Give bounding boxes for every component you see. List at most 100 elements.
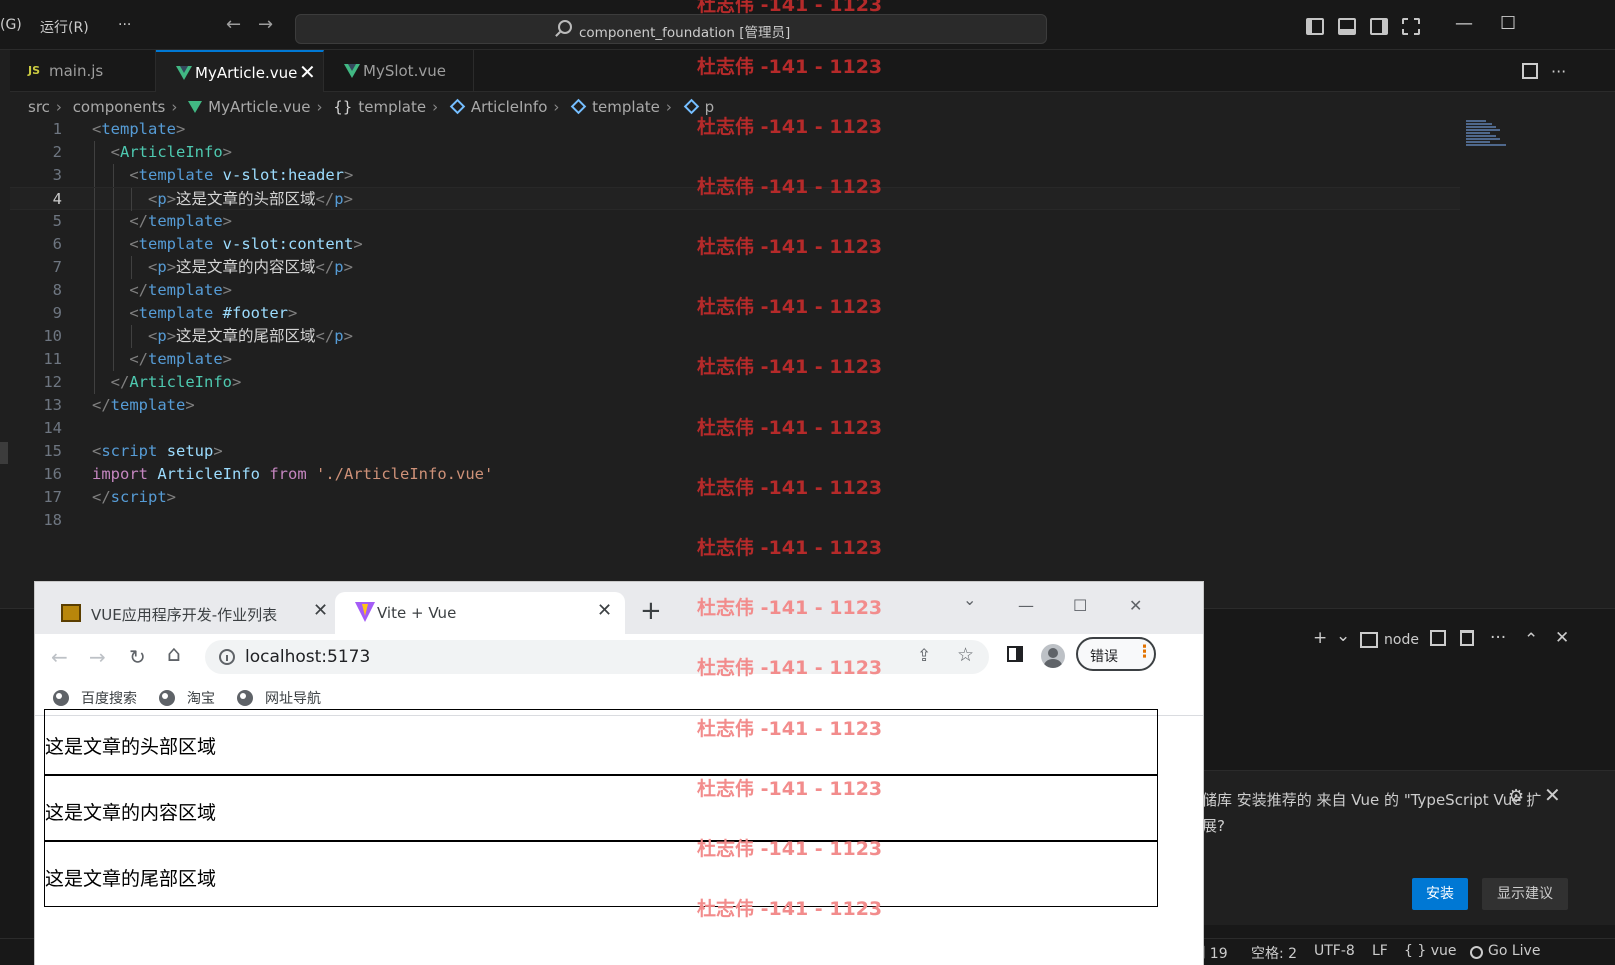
error-button[interactable]: 错误 ⋮: [1076, 637, 1156, 671]
more-actions-icon[interactable]: ···: [1490, 628, 1506, 648]
code-line[interactable]: 4 <p>这是文章的头部区域</p>: [10, 187, 1460, 211]
breadcrumb-template-inner[interactable]: template: [592, 98, 660, 116]
code-line[interactable]: 8 </template>: [10, 279, 1460, 302]
code-line[interactable]: 6 <template v-slot:content>: [10, 233, 1460, 256]
code-line[interactable]: 15 <script setup>: [10, 440, 1460, 463]
new-terminal-icon[interactable]: +: [1313, 628, 1327, 648]
code-line[interactable]: 11 </template>: [10, 348, 1460, 371]
code-line[interactable]: 13 </template>: [10, 394, 1460, 417]
gear-icon[interactable]: ⚙: [1508, 786, 1524, 807]
browser-tab-homework[interactable]: VUE应用程序开发-作业列表 ✕: [39, 592, 335, 634]
code-line[interactable]: 14: [10, 417, 1460, 440]
close-tab-icon[interactable]: ✕: [313, 600, 328, 621]
forward-arrow-icon[interactable]: →: [89, 645, 106, 669]
maximize-panel-icon[interactable]: ⌃: [1524, 630, 1538, 650]
code-text: <p>这是文章的头部区域</p>: [92, 188, 353, 211]
tab-main-js[interactable]: JS main.js: [10, 50, 156, 92]
maximize-window-icon[interactable]: ☐: [1073, 596, 1087, 615]
back-arrow-icon[interactable]: ←: [51, 645, 68, 669]
code-token: >: [166, 327, 177, 345]
code-token: </: [129, 281, 148, 299]
code-line[interactable]: 10 <p>这是文章的尾部区域</p>: [10, 325, 1460, 348]
close-window-icon[interactable]: ✕: [1129, 596, 1142, 615]
indentation[interactable]: 空格: 2: [1251, 943, 1297, 963]
tab-search-icon[interactable]: ⌄: [963, 590, 976, 609]
terminal-name[interactable]: node: [1384, 632, 1419, 648]
command-center[interactable]: component_foundation [管理员]: [295, 14, 1047, 44]
breadcrumb-articleinfo[interactable]: ArticleInfo: [471, 98, 548, 116]
title-bar: (G) 运行(R) ··· ← → component_foundation […: [0, 0, 1615, 50]
address-bar[interactable]: localhost:5173 ⇪ ☆: [205, 640, 989, 674]
menu-go[interactable]: (G): [0, 17, 22, 33]
close-panel-icon[interactable]: ✕: [1555, 628, 1569, 648]
code-line[interactable]: 2 <ArticleInfo>: [10, 141, 1460, 164]
code-line[interactable]: 3 <template v-slot:header>: [10, 164, 1460, 187]
toggle-panel-icon[interactable]: [1338, 18, 1356, 35]
minimize-window-icon[interactable]: —: [1018, 596, 1034, 615]
forward-arrow-icon[interactable]: →: [258, 14, 273, 35]
tab-myslot-vue[interactable]: MySlot.vue: [324, 50, 474, 92]
minimize-window-icon[interactable]: —: [1455, 13, 1473, 34]
close-tab-icon[interactable]: ✕: [299, 60, 316, 84]
code-line[interactable]: 1 <template>: [10, 118, 1460, 141]
code-editor[interactable]: 1 <template> 2 <ArticleInfo> 3 <template v-…: [10, 118, 1460, 532]
vue-file-icon: [188, 101, 203, 113]
code-line[interactable]: 12 </ArticleInfo>: [10, 371, 1460, 394]
menu-run[interactable]: 运行(R): [40, 17, 89, 37]
go-live-button[interactable]: Go Live: [1488, 943, 1540, 959]
encoding[interactable]: UTF-8: [1314, 943, 1355, 959]
code-line[interactable]: 7 <p>这是文章的内容区域</p>: [10, 256, 1460, 279]
kebab-menu-icon: ⋮: [1136, 642, 1153, 662]
bookmark-star-icon[interactable]: ☆: [957, 644, 974, 666]
site-info-icon[interactable]: [219, 649, 235, 665]
close-icon[interactable]: ✕: [1544, 783, 1561, 807]
code-token: template: [148, 212, 223, 230]
bookmark-item[interactable]: 淘宝: [159, 688, 215, 708]
bookmark-item[interactable]: 网址导航: [237, 688, 321, 708]
split-terminal-icon[interactable]: [1430, 630, 1446, 646]
install-button[interactable]: 安装: [1412, 878, 1468, 910]
tab-title: Vite + Vue: [377, 604, 457, 622]
new-tab-button[interactable]: +: [640, 596, 662, 626]
toggle-secondary-sidebar-icon[interactable]: [1370, 18, 1388, 35]
maximize-window-icon[interactable]: ☐: [1500, 13, 1516, 34]
line-ending[interactable]: LF: [1372, 943, 1388, 959]
breadcrumb-p[interactable]: p: [705, 98, 715, 116]
code-line[interactable]: 17 </script>: [10, 486, 1460, 509]
reload-icon[interactable]: ↻: [129, 645, 146, 669]
code-token: >: [344, 166, 354, 184]
breadcrumb-components[interactable]: components: [73, 98, 166, 116]
side-panel-icon[interactable]: [1007, 646, 1023, 662]
breadcrumb-src[interactable]: src: [28, 98, 50, 116]
breadcrumb-template[interactable]: template: [358, 98, 426, 116]
tab-myarticle-vue[interactable]: MyArticle.vue ✕: [156, 50, 324, 92]
show-recommendations-button[interactable]: 显示建议: [1482, 878, 1568, 910]
code-line[interactable]: 16 import ArticleInfo from './ArticleInfo…: [10, 463, 1460, 486]
close-tab-icon[interactable]: ✕: [597, 600, 612, 621]
menu-more[interactable]: ···: [118, 17, 131, 33]
url-text[interactable]: localhost:5173: [245, 647, 370, 667]
code-line[interactable]: 5 </template>: [10, 210, 1460, 233]
trash-icon[interactable]: [1460, 630, 1474, 646]
breadcrumb-file[interactable]: MyArticle.vue: [208, 98, 310, 116]
language-mode[interactable]: { } vue: [1404, 943, 1457, 959]
share-icon[interactable]: ⇪: [917, 646, 931, 666]
split-editor-icon[interactable]: [1522, 63, 1538, 79]
code-line[interactable]: 9 <template #footer>: [10, 302, 1460, 325]
code-line[interactable]: 18: [10, 509, 1460, 532]
bookmark-item[interactable]: 百度搜索: [53, 688, 137, 708]
home-icon[interactable]: ⌂: [167, 642, 181, 667]
customize-layout-icon[interactable]: [1402, 18, 1420, 35]
minimap[interactable]: [1466, 120, 1511, 154]
code-token: >: [353, 235, 363, 253]
browser-tab-vite[interactable]: Vite + Vue ✕: [335, 592, 625, 634]
back-arrow-icon[interactable]: ←: [226, 14, 241, 35]
more-actions-icon[interactable]: ···: [1551, 62, 1566, 81]
profile-avatar-icon[interactable]: [1041, 644, 1065, 668]
toggle-primary-sidebar-icon[interactable]: [1306, 18, 1324, 35]
code-token: </: [315, 258, 335, 276]
chevron-down-icon[interactable]: ⌄: [1336, 626, 1350, 646]
code-text: <p>这是文章的内容区域</p>: [92, 256, 353, 279]
